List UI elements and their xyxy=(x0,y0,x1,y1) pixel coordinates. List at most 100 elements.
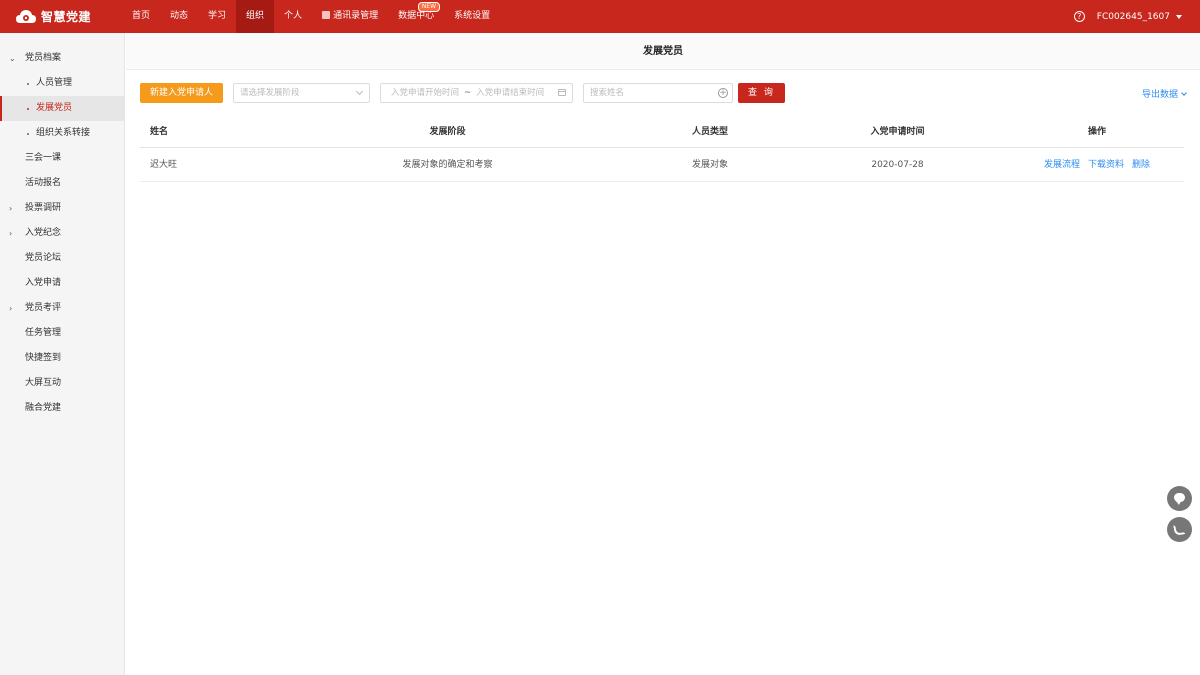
sidebar-item-tasks[interactable]: 任务管理 xyxy=(0,321,124,346)
date-range-picker[interactable]: 入党申请开始时间 ~ 入党申请结束时间 xyxy=(380,83,574,103)
chevron-right-icon: › xyxy=(9,304,13,313)
nav-label: 系统设置 xyxy=(454,11,491,21)
sidebar-item-label: 活动报名 xyxy=(25,178,62,188)
nav-data-center[interactable]: 数据中心 NEW xyxy=(388,0,444,33)
nav-contacts[interactable]: 通讯录管理 xyxy=(312,0,388,33)
chevron-down-icon[interactable] xyxy=(1176,14,1182,19)
brand-name: 智慧党建 xyxy=(41,10,92,24)
nav-label: 通讯录管理 xyxy=(333,11,379,21)
calendar-icon xyxy=(558,89,567,96)
chevron-right-icon: › xyxy=(9,229,13,238)
sidebar-item-label: 入党申请 xyxy=(25,278,62,288)
sidebar-item-voting[interactable]: › 投票调研 xyxy=(0,196,124,221)
col-type-header: 人员类型 xyxy=(691,127,728,137)
sidebar-item-label: 发展党员 xyxy=(36,103,73,113)
chevron-down-icon xyxy=(355,87,364,96)
sidebar-item-org-transfer[interactable]: 组织关系转接 xyxy=(0,121,124,146)
bullet-icon xyxy=(27,83,29,85)
nav-label: 首页 xyxy=(132,11,151,21)
nav-settings[interactable]: 系统设置 xyxy=(444,0,500,33)
chat-icon xyxy=(1174,493,1185,505)
new-applicant-button[interactable]: 新建入党申请人 xyxy=(140,83,224,103)
sidebar-item-label: 组织关系转接 xyxy=(36,128,91,138)
sidebar-item-application[interactable]: 入党申请 xyxy=(0,271,124,296)
sidebar-item-label: 人员管理 xyxy=(36,78,73,88)
chat-float-button[interactable] xyxy=(1167,486,1192,511)
date-separator: ~ xyxy=(464,88,472,98)
sidebar-item-big-screen[interactable]: 大屏互动 xyxy=(0,371,124,396)
table-row: 迟大旺 发展对象的确定和考察 发展对象 2020-07-28 发展流程 下载资料删… xyxy=(140,148,1184,182)
nav-label: 动态 xyxy=(170,11,189,21)
cell-date: 2020-07-28 xyxy=(871,160,924,170)
brand[interactable]: 智慧党建 xyxy=(0,8,122,25)
sidebar-item-personnel[interactable]: 人员管理 xyxy=(0,71,124,96)
sidebar-item-evaluation[interactable]: › 党员考评 xyxy=(0,296,124,321)
nav-organization[interactable]: 组织 xyxy=(236,0,275,33)
download-link[interactable]: 下载资料 xyxy=(1088,160,1124,170)
chevron-right-icon: › xyxy=(9,204,13,213)
delete-link[interactable]: 删除 xyxy=(1132,160,1150,170)
main-content: 发展党员 新建入党申请人 请选择发展阶段 入党申请开始时间 ~ 入党申请结束时间… xyxy=(126,33,1200,675)
nav-study[interactable]: 学习 xyxy=(198,0,236,33)
sidebar-item-label: 融合党建 xyxy=(25,403,62,413)
sidebar-item-label: 任务管理 xyxy=(25,328,62,338)
sidebar-item-label: 入党纪念 xyxy=(25,228,62,238)
sidebar-item-label: 投票调研 xyxy=(25,203,62,213)
top-navbar: 智慧党建 首页 动态 学习 组织 个人 通讯录管理 数据中心 NEW 系统设置 ?… xyxy=(0,0,1200,33)
phone-icon xyxy=(1173,523,1186,536)
nav-home[interactable]: 首页 xyxy=(122,0,160,33)
col-name-header: 姓名 xyxy=(150,127,169,137)
export-label: 导出数据 xyxy=(1141,90,1178,100)
sidebar-item-develop-members[interactable]: 发展党员 xyxy=(0,96,124,121)
process-link[interactable]: 发展流程 xyxy=(1044,160,1080,170)
filter-toolbar: 新建入党申请人 请选择发展阶段 入党申请开始时间 ~ 入党申请结束时间 搜索姓名… xyxy=(140,83,1187,103)
col-actions-header: 操作 xyxy=(1087,127,1106,137)
sidebar-item-integration[interactable]: 融合党建 xyxy=(0,396,124,421)
col-stage-header: 发展阶段 xyxy=(429,127,466,137)
nav-label: 数据中心 xyxy=(398,11,435,21)
phone-float-button[interactable] xyxy=(1167,517,1192,542)
col-date-header: 入党申请时间 xyxy=(870,127,925,137)
date-start-placeholder: 入党申请开始时间 xyxy=(391,88,460,98)
page-title: 发展党员 xyxy=(126,33,1200,70)
cell-actions: 发展流程 下载资料 删除 xyxy=(1010,148,1184,181)
help-icon[interactable]: ? xyxy=(1073,11,1085,22)
sidebar-item-party-member-archive[interactable]: ⌄ 党员档案 xyxy=(0,46,124,71)
sidebar-item-anniversary[interactable]: › 入党纪念 xyxy=(0,221,124,246)
nav-label: 学习 xyxy=(208,11,227,21)
stage-select[interactable]: 请选择发展阶段 xyxy=(233,83,371,103)
stage-select-placeholder: 请选择发展阶段 xyxy=(240,88,300,98)
sidebar-item-label: 党员论坛 xyxy=(25,253,62,263)
nav-news[interactable]: 动态 xyxy=(160,0,198,33)
members-table: 姓名 发展阶段 人员类型 入党申请时间 操作 迟大旺 发展对象的确定和考察 发展… xyxy=(140,117,1184,182)
cloud-logo-icon xyxy=(15,9,37,25)
plus-circle-icon[interactable]: + xyxy=(718,88,729,98)
export-data-button[interactable]: 导出数据 xyxy=(1141,87,1187,100)
chevron-down-icon xyxy=(1181,90,1187,96)
sidebar-item-label: 快捷签到 xyxy=(25,353,62,363)
query-button[interactable]: 查 询 xyxy=(738,83,785,103)
contacts-icon xyxy=(322,11,331,19)
sidebar-item-label: 党员考评 xyxy=(25,303,62,313)
bullet-icon xyxy=(27,108,29,110)
sidebar-item-meetings[interactable]: 三会一课 xyxy=(0,146,124,171)
chevron-down-icon: ⌄ xyxy=(9,54,16,63)
user-account[interactable]: FC002645_1607 xyxy=(1097,12,1170,22)
sidebar-item-label: 大屏互动 xyxy=(25,378,62,388)
bullet-icon xyxy=(27,133,29,135)
nav-label: 个人 xyxy=(284,11,303,21)
sidebar: ⌄ 党员档案 人员管理 发展党员 组织关系转接 三会一课 活动报名 › 投票调研 ›… xyxy=(0,33,125,675)
sidebar-item-checkin[interactable]: 快捷签到 xyxy=(0,346,124,371)
nav-personal[interactable]: 个人 xyxy=(274,0,312,33)
new-badge: NEW xyxy=(417,2,441,12)
name-search-input[interactable]: 搜索姓名 + xyxy=(583,83,734,103)
date-end-placeholder: 入党申请结束时间 xyxy=(476,88,545,98)
header-right: ? FC002645_1607 xyxy=(1073,0,1182,33)
table-header: 姓名 发展阶段 人员类型 入党申请时间 操作 xyxy=(140,117,1184,148)
sidebar-item-label: 三会一课 xyxy=(25,153,62,163)
sidebar-item-event-signup[interactable]: 活动报名 xyxy=(0,171,124,196)
cell-name: 迟大旺 xyxy=(150,160,178,170)
cell-stage: 发展对象的确定和考察 xyxy=(402,160,493,170)
main-nav: 首页 动态 学习 组织 个人 通讯录管理 数据中心 NEW 系统设置 xyxy=(122,0,500,33)
sidebar-item-forum[interactable]: 党员论坛 xyxy=(0,246,124,271)
